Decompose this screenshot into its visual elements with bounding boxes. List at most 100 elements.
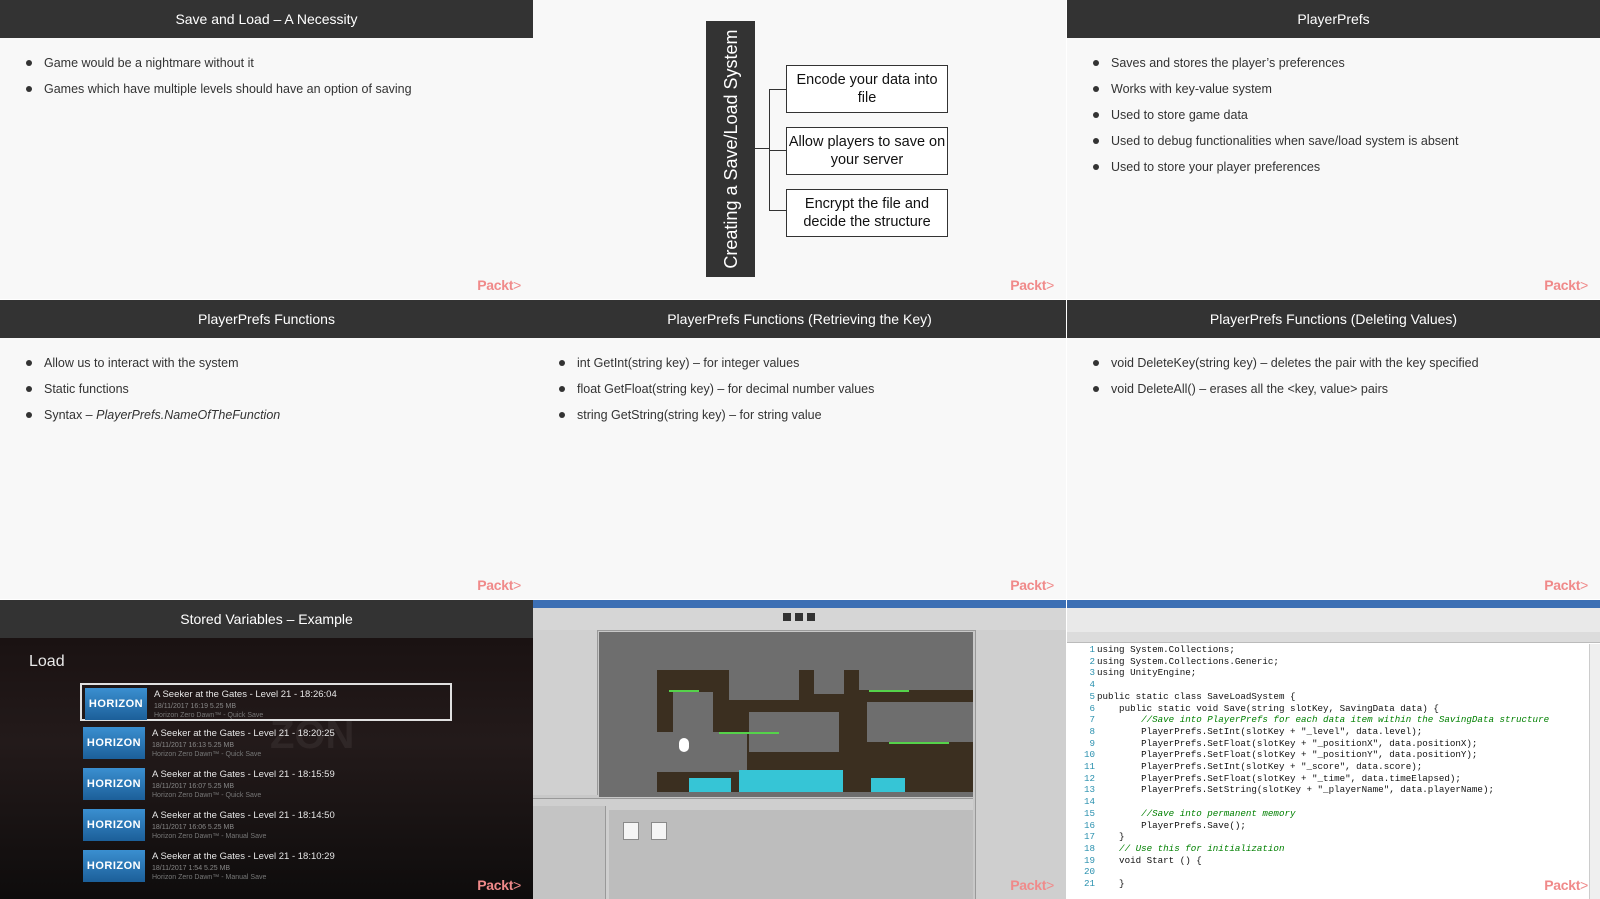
code-line: 9 PlayerPrefs.SetFloat(slotKey + "_posit… bbox=[1067, 738, 1588, 750]
line-number: 3 bbox=[1089, 667, 1095, 679]
editor-tab-bar bbox=[1067, 632, 1600, 643]
code-text: PlayerPrefs.SetFloat(slotKey + "_positio… bbox=[1097, 749, 1478, 761]
water-tile bbox=[871, 778, 905, 792]
code-line: 12 PlayerPrefs.SetFloat(slotKey + "_time… bbox=[1067, 773, 1588, 785]
pause-icon[interactable] bbox=[795, 613, 803, 621]
save-slot[interactable]: HORIZON A Seeker at the Gates - Level 21… bbox=[80, 683, 452, 721]
line-number: 21 bbox=[1083, 878, 1095, 890]
code-text: } bbox=[1097, 831, 1125, 843]
code-line: 3 using UnityEngine; bbox=[1067, 667, 1588, 679]
syntax-value: PlayerPrefs.NameOfTheFunction bbox=[96, 408, 281, 422]
file-icon[interactable] bbox=[623, 822, 639, 840]
code-text: //Save into permanent memory bbox=[1097, 807, 1296, 819]
diagram-root-node: Creating a Save/Load System bbox=[706, 21, 755, 277]
code-line: 21 } bbox=[1067, 878, 1588, 890]
code-text: PlayerPrefs.SetInt(slotKey + "_level", d… bbox=[1097, 725, 1423, 737]
bullet-item-syntax: Syntax – PlayerPrefs.NameOfTheFunction bbox=[26, 408, 533, 422]
line-number: 5 bbox=[1089, 690, 1095, 702]
save-slot[interactable]: HORIZON A Seeker at the Gates - Level 21… bbox=[80, 765, 452, 803]
code-line: 1 using System.Collections; bbox=[1067, 644, 1588, 656]
save-thumbnail: HORIZON bbox=[85, 688, 147, 720]
bullet-item: void DeleteKey(string key) – deletes the… bbox=[1093, 356, 1600, 370]
load-title: Load bbox=[29, 653, 65, 670]
code-text: } bbox=[1097, 878, 1125, 890]
empty-cell bbox=[867, 702, 973, 742]
code-text: public static void Save(string slotKey, … bbox=[1097, 702, 1439, 714]
slide-code-editor: 1 using System.Collections; 2 using System.… bbox=[1067, 600, 1600, 899]
bullet-item: Used to store your player preferences bbox=[1093, 160, 1600, 174]
line-number: 12 bbox=[1083, 772, 1095, 784]
bullet-item: Works with key-value system bbox=[1093, 82, 1600, 96]
line-number: 20 bbox=[1083, 866, 1095, 878]
save-thumbnail: HORIZON bbox=[83, 850, 145, 882]
window-titlebar bbox=[1067, 600, 1600, 608]
save-title: A Seeker at the Gates - Level 21 - 18:26… bbox=[154, 689, 337, 700]
save-thumbnail: HORIZON bbox=[83, 727, 145, 759]
slide-title: Save and Load – A Necessity bbox=[0, 0, 533, 38]
bullet-item: Game would be a nightmare without it bbox=[26, 56, 533, 70]
bullet-list: void DeleteKey(string key) – deletes the… bbox=[1067, 338, 1600, 396]
scene-view[interactable] bbox=[599, 632, 973, 797]
bullet-item: Allow us to interact with the system bbox=[26, 356, 533, 370]
editor-menu-bar bbox=[1067, 608, 1600, 633]
line-number: 8 bbox=[1089, 725, 1095, 737]
empty-cell bbox=[729, 670, 799, 700]
save-title: A Seeker at the Gates - Level 21 - 18:14… bbox=[152, 810, 335, 821]
step-icon[interactable] bbox=[807, 613, 815, 621]
line-number: 19 bbox=[1083, 854, 1095, 866]
file-icon[interactable] bbox=[651, 822, 667, 840]
code-text: void Start () { bbox=[1097, 854, 1202, 866]
code-line: 13 PlayerPrefs.SetString(slotKey + "_pla… bbox=[1067, 784, 1588, 796]
line-number: 13 bbox=[1083, 784, 1095, 796]
diagram-node: Allow players to save on your server bbox=[786, 127, 948, 175]
diagram-node: Encrypt the file and decide the structur… bbox=[786, 189, 948, 237]
bullet-list: Game would be a nightmare without it Gam… bbox=[0, 38, 533, 96]
code-text: PlayerPrefs.SetString(slotKey + "_player… bbox=[1097, 784, 1494, 796]
code-line: 10 PlayerPrefs.SetFloat(slotKey + "_posi… bbox=[1067, 749, 1588, 761]
player-sprite bbox=[679, 738, 689, 752]
play-icon[interactable] bbox=[783, 613, 791, 621]
code-line: 5 public static class SaveLoadSystem { bbox=[1067, 691, 1588, 703]
code-line: 16 PlayerPrefs.Save(); bbox=[1067, 820, 1588, 832]
water-tile bbox=[739, 770, 843, 792]
line-number: 15 bbox=[1083, 807, 1095, 819]
slide-title: PlayerPrefs Functions bbox=[0, 300, 533, 338]
slide-title: PlayerPrefs Functions (Deleting Values) bbox=[1067, 300, 1600, 338]
window-titlebar bbox=[533, 600, 1066, 608]
code-text: using System.Collections; bbox=[1097, 644, 1235, 655]
save-meta: 18/11/2017 16:19 5.25 MB bbox=[154, 703, 236, 710]
connector-line bbox=[769, 150, 786, 151]
line-number: 11 bbox=[1083, 761, 1095, 773]
slide-title: PlayerPrefs Functions (Retrieving the Ke… bbox=[533, 300, 1066, 338]
empty-cell bbox=[673, 692, 713, 732]
save-meta: 18/11/2017 16:06 5.25 MB bbox=[152, 824, 234, 831]
packt-logo: Packt> bbox=[1010, 577, 1054, 593]
packt-logo: Packt> bbox=[1010, 877, 1054, 893]
bullet-item: int GetInt(string key) – for integer val… bbox=[559, 356, 1066, 370]
bullet-list: Allow us to interact with the system Sta… bbox=[0, 338, 533, 422]
bullet-item: Games which have multiple levels should … bbox=[26, 82, 533, 96]
code-line: 17 } bbox=[1067, 831, 1588, 843]
code-text: PlayerPrefs.Save(); bbox=[1097, 819, 1246, 831]
bullet-item: string GetString(string key) – for strin… bbox=[559, 408, 1066, 422]
save-slot[interactable]: HORIZON A Seeker at the Gates - Level 21… bbox=[80, 847, 452, 885]
scrollbar[interactable] bbox=[1589, 644, 1600, 899]
project-folders bbox=[533, 806, 606, 899]
connector-line bbox=[769, 89, 786, 90]
load-screen: ZON Load HORIZON A Seeker at the Gates -… bbox=[0, 638, 533, 899]
code-text: PlayerPrefs.SetInt(slotKey + "_score", d… bbox=[1097, 761, 1423, 773]
platform bbox=[889, 742, 949, 744]
code-line: 20 bbox=[1067, 866, 1588, 878]
code-line: 18 // Use this for initialization bbox=[1067, 843, 1588, 855]
save-meta: 18/11/2017 16:13 5.25 MB bbox=[152, 742, 234, 749]
bullet-item: Used to debug functionalities when save/… bbox=[1093, 134, 1600, 148]
code-line: 11 PlayerPrefs.SetInt(slotKey + "_score"… bbox=[1067, 761, 1588, 773]
code-line: 19 void Start () { bbox=[1067, 855, 1588, 867]
save-title: A Seeker at the Gates - Level 21 - 18:10… bbox=[152, 851, 335, 862]
code-area[interactable]: 1 using System.Collections; 2 using System.… bbox=[1067, 644, 1588, 890]
save-slot[interactable]: HORIZON A Seeker at the Gates - Level 21… bbox=[80, 724, 452, 762]
save-slot[interactable]: HORIZON A Seeker at the Gates - Level 21… bbox=[80, 806, 452, 844]
platform bbox=[669, 690, 699, 692]
line-number: 1 bbox=[1089, 644, 1095, 655]
slide-save-load: Save and Load – A Necessity Game would b… bbox=[0, 0, 533, 299]
